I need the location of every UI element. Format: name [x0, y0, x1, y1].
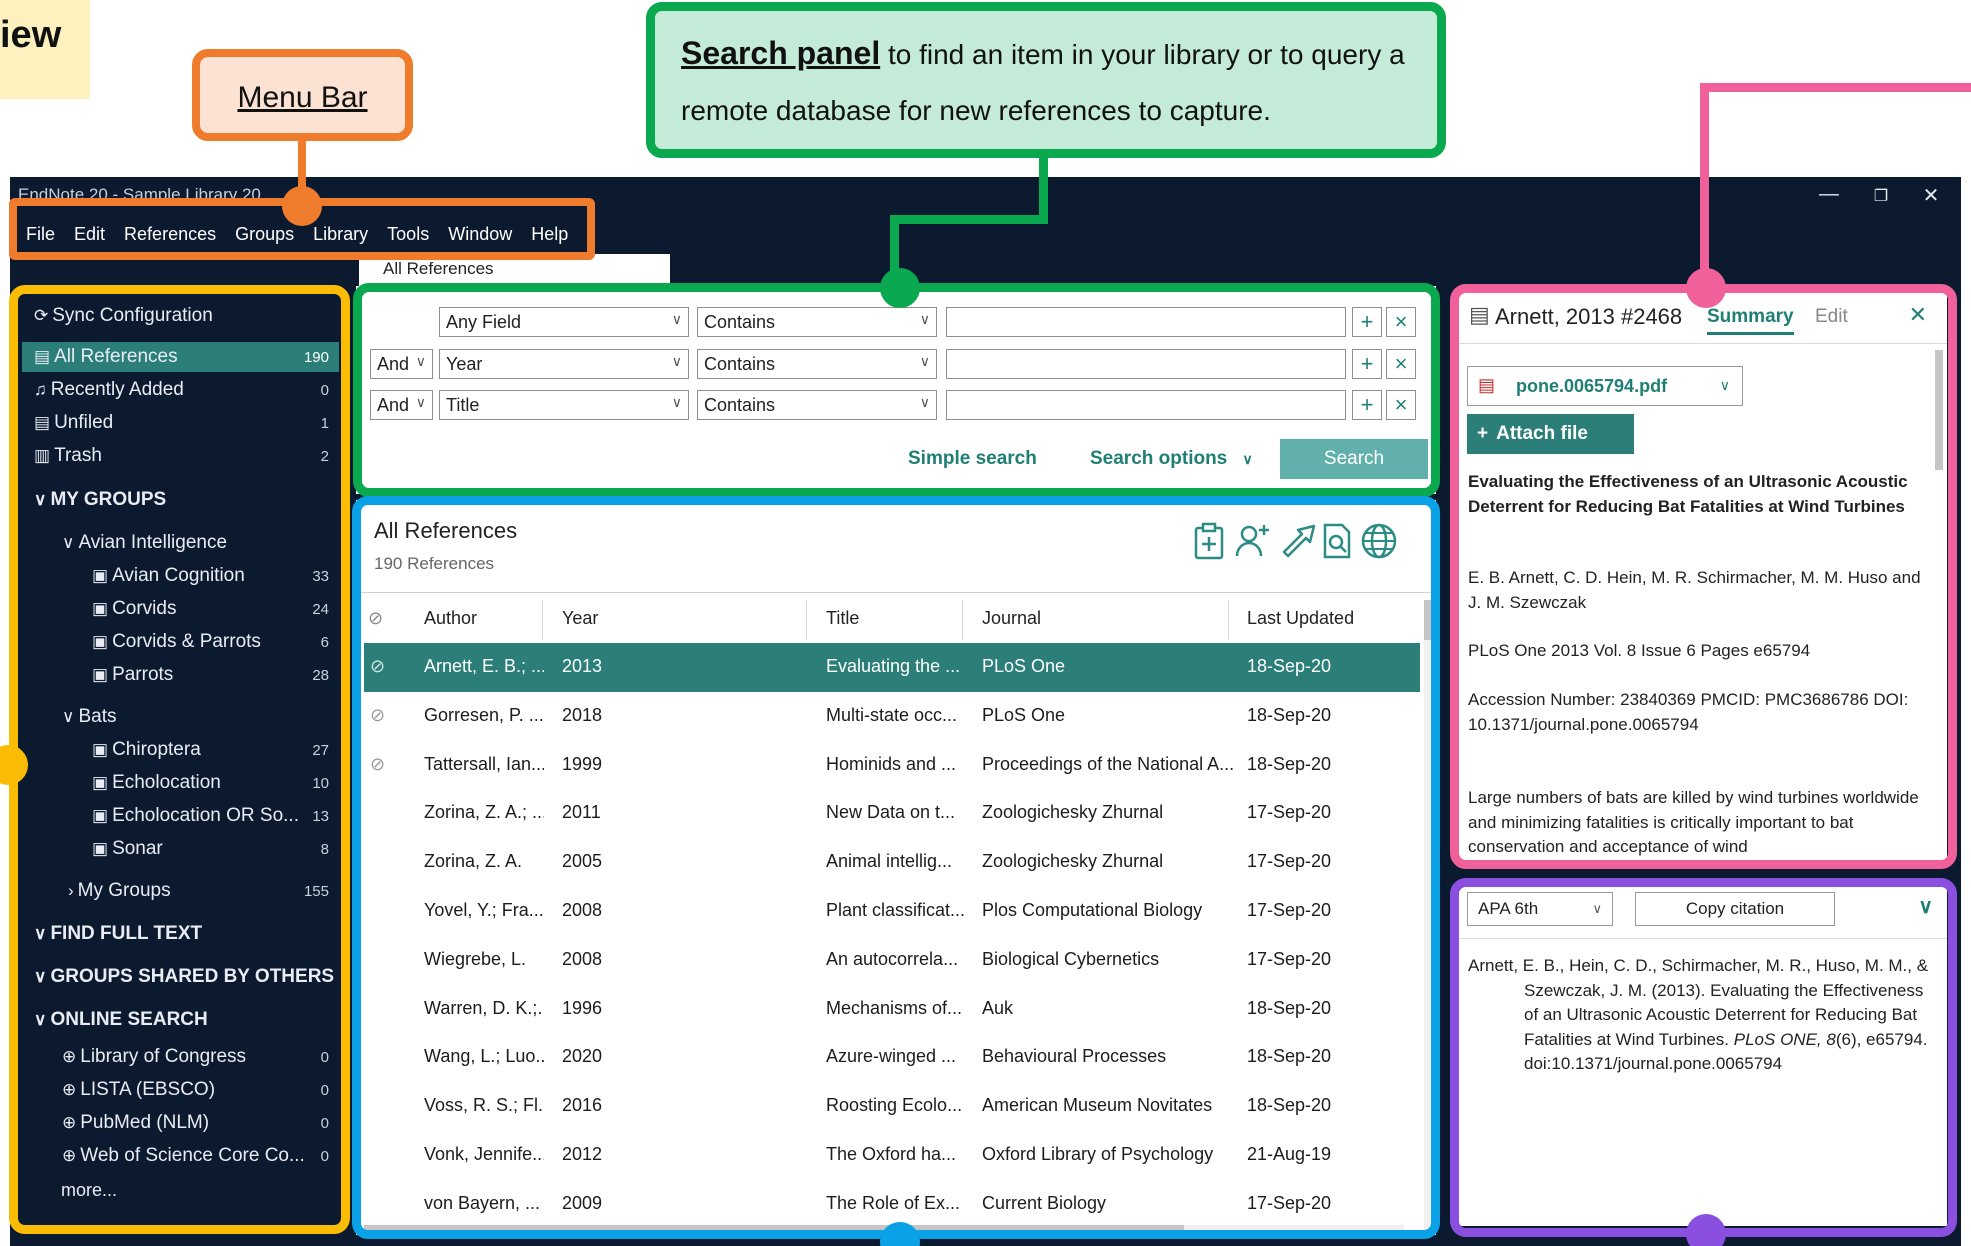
search-callout-title: Search panel — [681, 35, 881, 71]
search-callout-line-2: remote database for new references to ca… — [681, 95, 1271, 126]
citation-panel-highlight — [1450, 878, 1957, 1237]
annotated-screenshot: iew EndNote 20 - Sample Library 20 — ❐ ✕… — [0, 0, 1971, 1246]
menu-bar-highlight — [9, 198, 595, 260]
search-callout-text: to find an item in your library or to qu… — [880, 39, 1405, 70]
summary-panel-highlight — [1450, 284, 1957, 869]
search-connector — [890, 215, 1048, 224]
restore-button[interactable]: ❐ — [1866, 186, 1896, 206]
minimize-button[interactable]: — — [1814, 183, 1844, 206]
summary-connector — [1700, 83, 1709, 283]
search-connector — [890, 215, 899, 275]
close-window-button[interactable]: ✕ — [1916, 183, 1946, 208]
summary-connector — [1700, 83, 1971, 92]
menu-bar-callout: Menu Bar — [192, 49, 413, 141]
search-panel-highlight — [353, 283, 1440, 497]
citation-connector-dot — [1686, 1214, 1726, 1246]
sidebar-highlight — [9, 285, 350, 1234]
search-panel-callout: Search panel to find an item in your lib… — [646, 2, 1446, 158]
search-callout-line-1: Search panel to find an item in your lib… — [681, 35, 1405, 72]
corner-label: iew — [0, 0, 90, 99]
reference-list-highlight — [352, 496, 1440, 1239]
menu-bar-callout-text: Menu Bar — [237, 81, 368, 114]
corner-label-text: iew — [0, 14, 62, 56]
